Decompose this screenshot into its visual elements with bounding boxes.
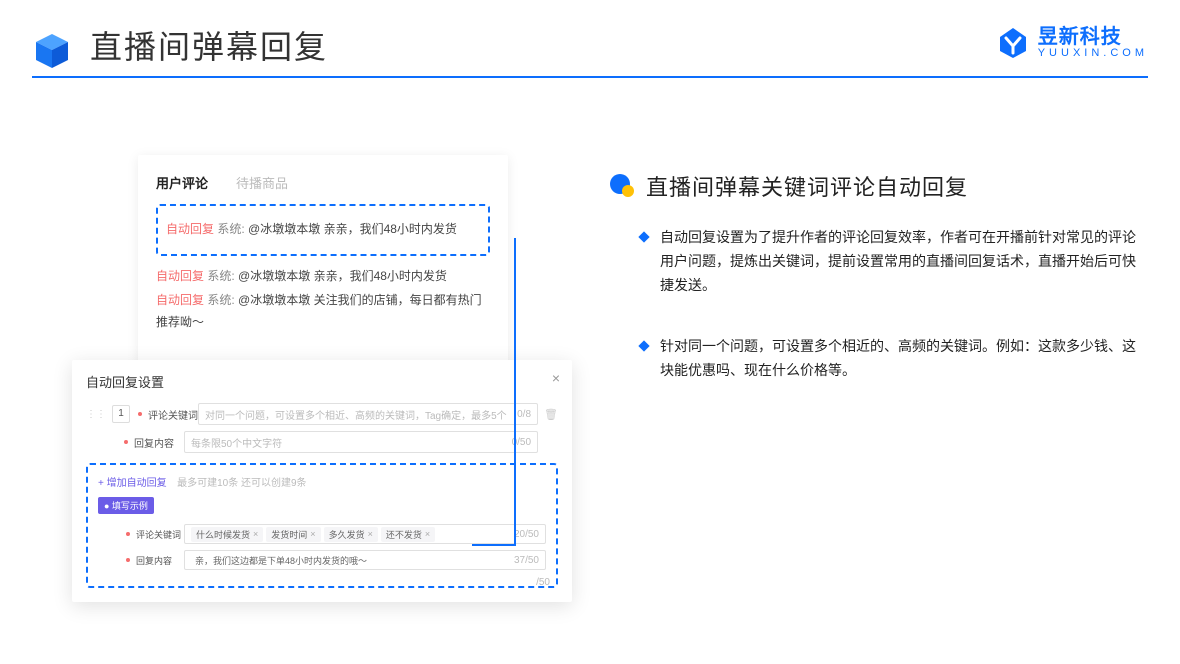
example-kw-input[interactable]: 什么时候发货×发货时间× 多久发货×还不发货× 20/50	[184, 524, 546, 544]
comment-text: @冰墩墩本墩 关注我们的店铺，每日都有热门推荐呦～	[156, 293, 482, 329]
auto-reply-tag: 自动回复	[156, 269, 204, 283]
required-dot-icon	[124, 440, 128, 444]
comment-text: @冰墩墩本墩 亲亲，我们48小时内发货	[238, 269, 447, 283]
auto-reply-tag: 自动回复	[156, 293, 204, 307]
reply-label: 回复内容	[134, 435, 184, 450]
highlighted-comment: 自动回复 系统: @冰墩墩本墩 亲亲，我们48小时内发货	[156, 204, 490, 256]
required-dot-icon	[126, 558, 130, 562]
add-auto-reply-link[interactable]: + 增加自动回复	[98, 478, 167, 489]
header-divider	[32, 76, 1148, 78]
close-icon[interactable]: ×	[552, 370, 560, 386]
comments-tabs: 用户评论 待播商品	[156, 173, 490, 192]
brand-logo-icon	[996, 26, 1030, 60]
connector-line	[514, 238, 516, 544]
right-title: 直播间弹幕关键词评论自动回复	[646, 170, 968, 202]
system-tag: 系统:	[207, 293, 234, 307]
trash-icon[interactable]: 🗑	[544, 408, 558, 421]
example-rp-input[interactable]: 亲，我们这边都是下单48小时内发货的哦～ 37/50	[184, 550, 546, 570]
tag-remove-icon[interactable]: ×	[368, 529, 373, 539]
example-keyword-row: 评论关键词 什么时候发货×发货时间× 多久发货×还不发货× 20/50	[98, 524, 546, 544]
comment-line: 自动回复 系统: @冰墩墩本墩 关注我们的店铺，每日都有热门推荐呦～	[156, 290, 490, 333]
cube-logo-icon	[32, 30, 72, 70]
example-badge: ● 填写示例	[98, 497, 154, 514]
bullet-text: 针对同一个问题，可设置多个相近的、高频的关键词。例如：这款多少钱、这块能优惠吗、…	[660, 335, 1148, 383]
comment-line: 自动回复 系统: @冰墩墩本墩 亲亲，我们48小时内发货	[156, 266, 490, 288]
tab-user-comments[interactable]: 用户评论	[156, 173, 208, 192]
page-title: 直播间弹幕回复	[90, 22, 328, 68]
bullet-item: 自动回复设置为了提升作者的评论回复效率，作者可在开播前针对常见的评论用户问题，提…	[640, 226, 1148, 297]
comment-line: 自动回复 系统: @冰墩墩本墩 亲亲，我们48小时内发货	[166, 219, 480, 241]
keyword-tag[interactable]: 还不发货×	[381, 527, 435, 542]
reply-placeholder: 每条限50个中文字符	[191, 435, 282, 450]
tag-remove-icon[interactable]: ×	[425, 529, 430, 539]
example-reply-row: 回复内容 亲，我们这边都是下单48小时内发货的哦～ 37/50	[98, 550, 546, 570]
bullet-text: 自动回复设置为了提升作者的评论回复效率，作者可在开播前针对常见的评论用户问题，提…	[660, 226, 1148, 297]
diamond-bullet-icon	[638, 341, 649, 352]
diamond-bullet-icon	[638, 231, 649, 242]
right-heading: 直播间弹幕关键词评论自动回复	[608, 170, 1148, 202]
reply-input[interactable]: 每条限50个中文字符 0/50	[184, 431, 538, 453]
row-number: 1	[112, 405, 130, 423]
brand-name-en: YUUXIN.COM	[1038, 47, 1148, 59]
keyword-placeholder: 对同一个问题，可设置多个相近、高频的关键词，Tag确定，最多5个	[205, 407, 507, 422]
required-dot-icon	[138, 412, 142, 416]
system-tag: 系统:	[217, 222, 244, 236]
example-kw-label: 评论关键词	[136, 528, 184, 541]
drag-handle-icon[interactable]: ⋮⋮	[86, 409, 106, 420]
brand-name-cn: 昱新科技	[1038, 27, 1148, 47]
keyword-tag[interactable]: 什么时候发货×	[191, 527, 263, 542]
keyword-row: ⋮⋮ 1 评论关键词 对同一个问题，可设置多个相近、高频的关键词，Tag确定，最…	[86, 403, 558, 425]
comments-panel: 用户评论 待播商品 自动回复 系统: @冰墩墩本墩 亲亲，我们48小时内发货 自…	[138, 155, 508, 372]
reply-row: 回复内容 每条限50个中文字符 0/50 🗑	[86, 431, 558, 453]
auto-reply-tag: 自动回复	[166, 222, 214, 236]
example-tags: 什么时候发货×发货时间× 多久发货×还不发货×	[191, 527, 438, 542]
keyword-input[interactable]: 对同一个问题，可设置多个相近、高频的关键词，Tag确定，最多5个 0/8	[198, 403, 538, 425]
tag-remove-icon[interactable]: ×	[310, 529, 315, 539]
keyword-tag[interactable]: 发货时间×	[266, 527, 320, 542]
auto-reply-settings-panel: 自动回复设置 × ⋮⋮ 1 评论关键词 对同一个问题，可设置多个相近、高频的关键…	[72, 360, 572, 602]
settings-title: 自动回复设置	[86, 372, 558, 391]
tab-pending-products[interactable]: 待播商品	[236, 173, 288, 192]
keyword-counter: 0/8	[517, 409, 531, 420]
connector-line	[472, 544, 516, 546]
example-rp-counter: 37/50	[514, 555, 539, 566]
example-kw-counter: 20/50	[514, 529, 539, 540]
comment-text: @冰墩墩本墩 亲亲，我们48小时内发货	[248, 222, 457, 236]
required-dot-icon	[126, 532, 130, 536]
example-rp-label: 回复内容	[136, 554, 184, 567]
keyword-label: 评论关键词	[148, 407, 198, 422]
right-content: 直播间弹幕关键词评论自动回复 自动回复设置为了提升作者的评论回复效率，作者可在开…	[608, 170, 1148, 383]
bullet-item: 针对同一个问题，可设置多个相近的、高频的关键词。例如：这款多少钱、这块能优惠吗、…	[640, 335, 1148, 383]
keyword-tag[interactable]: 多久发货×	[324, 527, 378, 542]
stray-counter: /50	[536, 577, 550, 588]
add-hint: 最多可建10条 还可以创建9条	[177, 478, 306, 489]
chat-bubble-icon	[608, 172, 636, 200]
system-tag: 系统:	[207, 269, 234, 283]
brand-block: 昱新科技 YUUXIN.COM	[996, 26, 1148, 60]
example-highlight-box: + 增加自动回复 最多可建10条 还可以创建9条 ● 填写示例 评论关键词 什么…	[86, 463, 558, 588]
tag-remove-icon[interactable]: ×	[253, 529, 258, 539]
example-reply-text: 亲，我们这边都是下单48小时内发货的哦～	[195, 554, 367, 567]
